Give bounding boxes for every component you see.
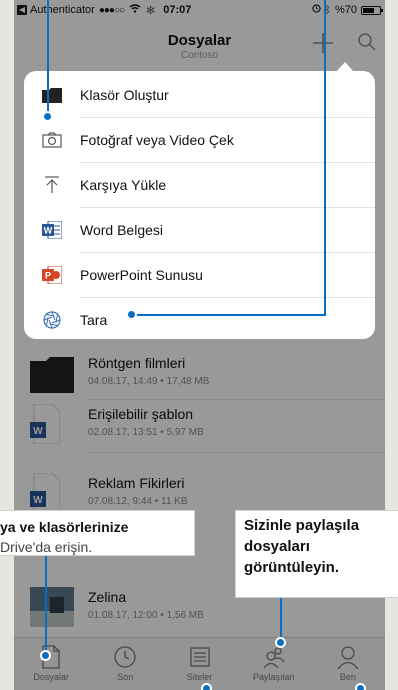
create-menu: Klasör Oluştur Fotoğraf veya Video Çek K… xyxy=(24,62,375,342)
menu-item-label: PowerPoint Sunusu xyxy=(80,267,203,283)
menu-item-label: Word Belgesi xyxy=(80,222,164,238)
menu-item-word[interactable]: W Word Belgesi xyxy=(24,208,375,252)
callout-dot xyxy=(355,683,366,690)
folder-icon xyxy=(42,88,62,103)
menu-item-take-photo[interactable]: Fotoğraf veya Video Çek xyxy=(24,118,375,162)
menu-item-label: Klasör Oluştur xyxy=(80,87,169,103)
menu-item-label: Fotoğraf veya Video Çek xyxy=(80,132,234,148)
callout-dot xyxy=(40,650,51,661)
callout-files: ya ve klasörlerinize Drive'da erişin. xyxy=(0,510,195,556)
powerpoint-icon: P xyxy=(42,266,62,284)
camera-icon xyxy=(42,132,62,148)
callout-heading: ya ve klasörlerinize xyxy=(0,519,129,535)
callout-dot xyxy=(126,309,137,320)
menu-item-create-folder[interactable]: Klasör Oluştur xyxy=(24,73,375,117)
callout-line xyxy=(45,556,47,656)
svg-text:W: W xyxy=(44,226,53,236)
callout-text: Sizinle paylaşıla dosyaları görüntüleyin… xyxy=(244,517,360,576)
callout-dot xyxy=(201,683,212,690)
menu-pointer xyxy=(336,62,354,72)
menu-item-label: Karşıya Yükle xyxy=(80,177,167,193)
callout-dot xyxy=(42,111,53,122)
callout-line xyxy=(133,314,326,316)
svg-text:P: P xyxy=(45,271,51,281)
menu-item-powerpoint[interactable]: P PowerPoint Sunusu xyxy=(24,253,375,297)
upload-icon xyxy=(45,176,59,193)
menu-item-upload[interactable]: Karşıya Yükle xyxy=(24,163,375,207)
callout-line xyxy=(324,0,326,316)
scan-icon xyxy=(43,311,61,329)
word-icon: W xyxy=(42,221,62,239)
callout-dot xyxy=(275,637,286,648)
callout-shared: Sizinle paylaşıla dosyaları görüntüleyin… xyxy=(235,510,398,598)
menu-item-scan[interactable]: Tara xyxy=(24,298,375,342)
menu-item-label: Tara xyxy=(80,312,108,328)
callout-line xyxy=(47,0,49,117)
callout-text: Drive'da erişin. xyxy=(0,539,93,555)
